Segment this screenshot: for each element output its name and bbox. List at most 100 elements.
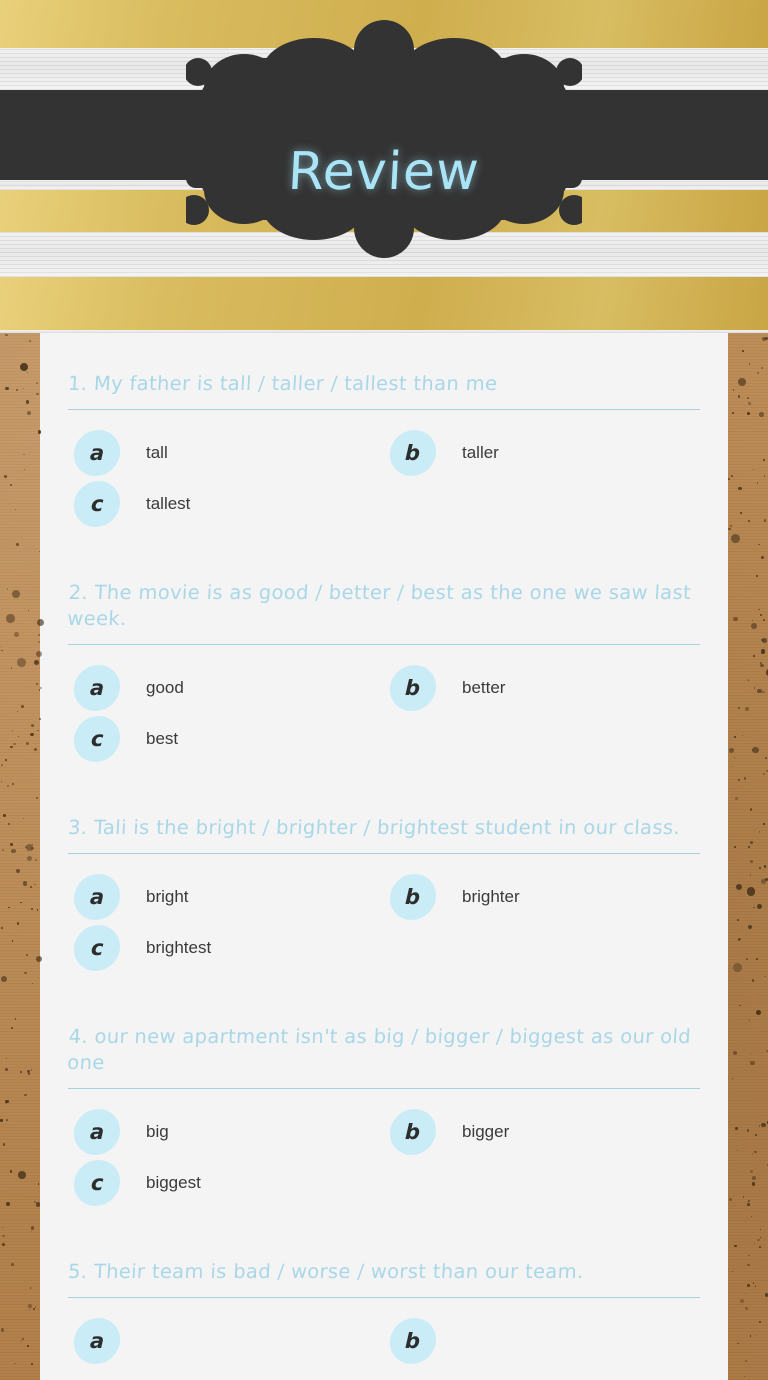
paper-speckle xyxy=(732,412,734,414)
option-bullet-b[interactable]: b xyxy=(388,665,438,711)
paper-speckle xyxy=(733,757,736,759)
paper-speckle xyxy=(747,1263,750,1267)
option-bullet-a[interactable]: a xyxy=(72,874,122,920)
paper-speckle xyxy=(32,844,34,846)
paper-speckle xyxy=(743,777,747,780)
option-bullet-a[interactable]: a xyxy=(72,430,122,476)
option-bullet-b[interactable]: b xyxy=(388,430,438,476)
option-bullet-c[interactable]: c xyxy=(72,925,122,971)
option-bullet-a[interactable]: a xyxy=(72,665,122,711)
paper-speckle xyxy=(14,1362,17,1365)
option-b[interactable]: b better xyxy=(384,665,700,711)
option-bullet-b[interactable]: b xyxy=(388,1109,438,1155)
paper-speckle xyxy=(748,363,750,365)
paper-speckle xyxy=(1,1242,6,1247)
paper-speckle xyxy=(760,555,764,559)
paper-speckle xyxy=(759,614,762,616)
paper-speckle xyxy=(746,412,750,415)
option-c[interactable]: c best xyxy=(68,716,384,762)
paper-speckle xyxy=(5,1057,8,1059)
paper-speckle xyxy=(756,371,759,374)
paper-speckle xyxy=(30,1069,33,1071)
paper-speckle xyxy=(731,475,734,477)
paper-speckle xyxy=(763,823,765,825)
paper-speckle xyxy=(12,782,14,785)
option-a[interactable]: a tall xyxy=(68,430,384,476)
paper-speckle xyxy=(10,842,14,846)
paper-speckle xyxy=(738,486,742,491)
paper-speckle xyxy=(747,1203,750,1206)
paper-speckle xyxy=(5,1099,9,1104)
paper-speckle xyxy=(764,756,767,759)
option-key-letter: b xyxy=(405,885,421,909)
paper-speckle xyxy=(734,1245,737,1248)
option-b[interactable]: b taller xyxy=(384,430,700,476)
option-bullet-a[interactable]: a xyxy=(72,1318,122,1364)
paper-speckle xyxy=(16,922,19,925)
option-key-letter: a xyxy=(89,885,105,909)
option-b[interactable]: b bigger xyxy=(384,1109,700,1155)
option-bullet-c[interactable]: c xyxy=(72,1160,122,1206)
paper-speckle xyxy=(29,339,31,342)
paper-speckle xyxy=(758,1246,761,1249)
paper-speckle xyxy=(744,706,750,712)
paper-speckle xyxy=(748,1254,750,1257)
option-b[interactable]: b brighter xyxy=(384,874,700,920)
paper-speckle xyxy=(737,778,741,782)
paper-speckle xyxy=(26,742,29,745)
paper-speckle xyxy=(2,1235,5,1238)
question-divider xyxy=(68,644,700,645)
paper-speckle xyxy=(763,474,766,477)
option-a[interactable]: a bright xyxy=(68,874,384,920)
option-c[interactable]: c biggest xyxy=(68,1160,384,1206)
paper-speckle xyxy=(34,1305,36,1307)
paper-speckle xyxy=(36,683,39,685)
option-bullet-b[interactable]: b xyxy=(388,1318,438,1364)
option-group: a big b bigger c biggest xyxy=(68,1109,700,1211)
paper-speckle xyxy=(28,1072,31,1075)
paper-speckle xyxy=(728,528,731,531)
paper-speckle xyxy=(750,1060,755,1066)
paper-speckle xyxy=(17,658,27,667)
option-a[interactable]: a big xyxy=(68,1109,384,1155)
paper-speckle xyxy=(29,1287,31,1289)
paper-speckle xyxy=(752,1282,754,1284)
paper-speckle xyxy=(747,1284,750,1287)
option-a[interactable]: a xyxy=(68,1318,384,1364)
paper-speckle xyxy=(733,616,738,622)
paper-speckle xyxy=(39,686,42,690)
paper-speckle xyxy=(742,350,745,352)
paper-speckle xyxy=(33,747,37,751)
paper-speckle xyxy=(21,705,24,708)
paper-speckle xyxy=(737,1342,739,1345)
option-b[interactable]: b xyxy=(384,1318,700,1364)
paper-speckle xyxy=(10,1027,13,1030)
paper-speckle xyxy=(3,814,6,817)
paper-speckle xyxy=(1,927,3,930)
option-group: ab xyxy=(68,1318,700,1369)
option-c[interactable]: c brightest xyxy=(68,925,384,971)
paper-speckle xyxy=(759,1228,761,1231)
option-bullet-c[interactable]: c xyxy=(72,481,122,527)
question-text: 3. Tali is the bright / brighter / brigh… xyxy=(67,816,681,839)
option-a[interactable]: a good xyxy=(68,665,384,711)
paper-speckle xyxy=(735,797,738,800)
paper-speckle xyxy=(756,904,762,910)
paper-speckle xyxy=(7,822,11,826)
option-label: good xyxy=(146,678,184,697)
paper-speckle xyxy=(752,746,759,754)
paper-speckle xyxy=(34,1201,36,1203)
paper-speckle xyxy=(752,655,755,658)
option-c[interactable]: c tallest xyxy=(68,481,384,527)
option-bullet-a[interactable]: a xyxy=(72,1109,122,1155)
title-badge: Review xyxy=(0,0,768,333)
paper-speckle xyxy=(748,401,751,405)
paper-speckle xyxy=(749,860,754,864)
paper-speckle xyxy=(758,543,760,546)
option-bullet-c[interactable]: c xyxy=(72,716,122,762)
paper-speckle xyxy=(763,519,767,522)
option-bullet-b[interactable]: b xyxy=(388,874,438,920)
paper-speckle xyxy=(29,886,32,889)
paper-speckle xyxy=(732,1077,734,1079)
option-label: brightest xyxy=(146,938,212,957)
